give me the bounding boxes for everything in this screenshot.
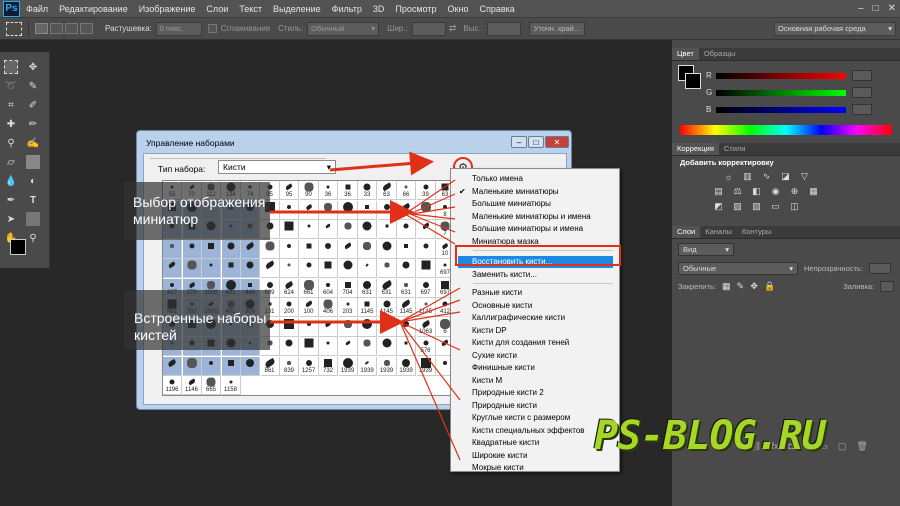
annotation-thumbnails: Выбор отображения миниатюр: [133, 194, 265, 228]
annotation-builtin-line1: Встроенные наборы: [134, 310, 267, 326]
annotation-builtin-sets: Встроенные наборы кистей: [134, 310, 266, 344]
thumb-leader-4: [411, 213, 456, 220]
set-leader-5: [399, 321, 461, 401]
set-leader-4: [399, 321, 461, 351]
set-leader-2: [399, 299, 461, 323]
annotation-thumbnails-line1: Выбор отображения: [133, 194, 266, 210]
annotation-builtin-line2: кистей: [134, 327, 177, 343]
annotation-thumbnails-line2: миниатюр: [133, 211, 199, 227]
gear-arrow: [329, 151, 434, 176]
blog-watermark: PS-BLOG.RU: [594, 413, 826, 459]
set-leader-6: [399, 321, 461, 461]
